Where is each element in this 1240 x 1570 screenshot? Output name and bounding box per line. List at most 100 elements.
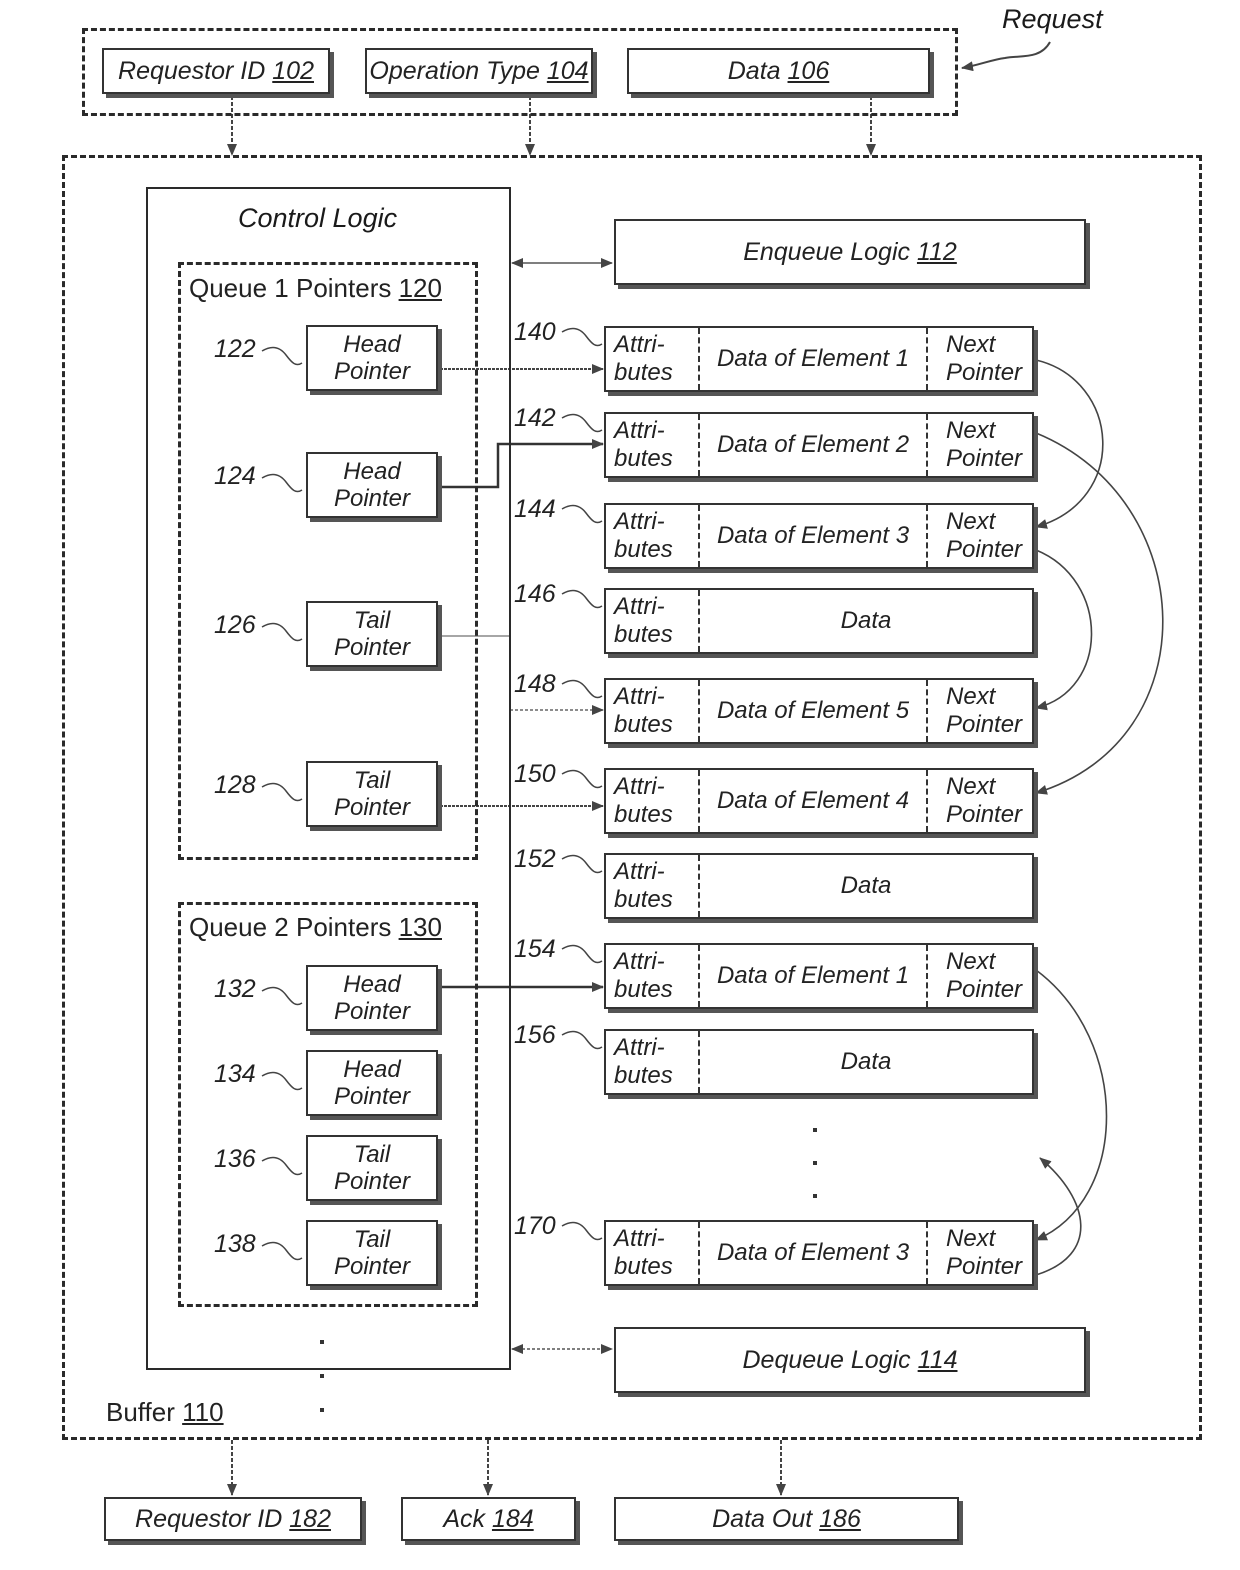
request-callout	[961, 41, 1051, 72]
field-name: Requestor ID	[118, 56, 266, 85]
buffer-entry: Attri-butes Data	[604, 588, 1034, 654]
ellipsis-dot	[320, 1340, 324, 1344]
output-requestor-id: Requestor ID 182	[104, 1497, 362, 1541]
next-pointer-cell: Next Pointer	[926, 505, 1032, 567]
queue2-pointer-1: Head Pointer	[306, 1050, 438, 1116]
attributes-cell: Attri-butes	[606, 328, 700, 390]
output-ack: Ack 184	[401, 1497, 576, 1541]
attributes-cell: Attri-butes	[606, 414, 700, 476]
ellipsis-dot	[813, 1128, 817, 1132]
data-cell: Data of Element 1	[716, 345, 910, 372]
buffer-entry: Attri-butes Data of Element 4 Next Pointer	[604, 768, 1034, 834]
next-text: Next	[946, 683, 996, 710]
attributes-cell: Attri-butes	[606, 590, 700, 652]
pointer-word: Pointer	[333, 358, 411, 385]
pointer-word: Pointer	[333, 634, 411, 661]
pointer-type: Head	[343, 458, 401, 485]
output-name: Requestor ID	[135, 1504, 283, 1533]
attr-text: Attri-	[614, 1034, 665, 1061]
enqueue-logic: Enqueue Logic 112	[614, 219, 1086, 285]
attr-text: Attri-	[614, 508, 665, 535]
attr-text: butes	[614, 1062, 673, 1089]
data-cell: Data of Element 5	[716, 697, 910, 724]
buffer-entry: Attri-butes Data of Element 1 Next Pointer	[604, 943, 1034, 1009]
next-pointer-cell: Next Pointer	[926, 945, 1032, 1007]
pointer-label: Tail Pointer	[308, 1137, 436, 1199]
attributes-cell: Attri-butes	[606, 505, 700, 567]
attr-text: Attri-	[614, 858, 665, 885]
next-pointer-cell: Next Pointer	[926, 770, 1032, 832]
ref-number: 132	[214, 975, 256, 1003]
pointer-word: Pointer	[333, 485, 411, 512]
attr-text: butes	[614, 445, 673, 472]
ref-number: 146	[514, 580, 556, 608]
request-label: Request	[1002, 4, 1103, 34]
queue1-pointer-1: Head Pointer	[306, 452, 438, 518]
ref-number: 170	[514, 1212, 556, 1240]
data-cell: Data	[840, 1048, 892, 1075]
buffer-entry: Attri-butes Data of Element 1 Next Pointer	[604, 326, 1034, 392]
attributes-cell: Attri-butes	[606, 945, 700, 1007]
next-pointer-cell: Next Pointer	[926, 680, 1032, 742]
next-text: Next	[946, 1225, 996, 1252]
queue2-pointer-2: Tail Pointer	[306, 1135, 438, 1201]
pointer-type: Head	[343, 971, 401, 998]
ref-number: 128	[214, 771, 256, 799]
control-logic-title: Control Logic	[238, 203, 398, 233]
ref-number: 152	[514, 845, 556, 873]
data-cell: Data of Element 4	[716, 787, 910, 814]
output-name: Ack	[443, 1504, 485, 1533]
next-text: Next	[946, 508, 996, 535]
attr-text: Attri-	[614, 331, 665, 358]
output-name: Data Out	[712, 1504, 813, 1533]
attr-text: Attri-	[614, 948, 665, 975]
logic-name: Dequeue Logic	[742, 1345, 911, 1374]
ref-number: 182	[289, 1504, 331, 1533]
buffer-name: Buffer	[106, 1397, 175, 1427]
data-cell: Data	[840, 607, 892, 634]
attr-text: butes	[614, 536, 673, 563]
pointer-word: Pointer	[333, 1083, 411, 1110]
ref-number: 136	[214, 1145, 256, 1173]
attr-text: Attri-	[614, 593, 665, 620]
attributes-cell: Attri-butes	[606, 1222, 700, 1284]
ref-number: 154	[514, 935, 556, 963]
queue2-title: Queue 2 Pointers 130	[189, 912, 442, 943]
pointer-label: Tail Pointer	[308, 763, 436, 825]
field-name: Data	[727, 56, 781, 85]
attr-text: butes	[614, 801, 673, 828]
ref-number: 186	[819, 1504, 861, 1533]
pointer-type: Tail	[353, 607, 391, 634]
next-text: Pointer	[946, 801, 1023, 828]
pointer-word: Pointer	[333, 794, 411, 821]
ellipsis-dot	[320, 1374, 324, 1378]
ref-number: 144	[514, 495, 556, 523]
data-cell: Data of Element 1	[716, 962, 910, 989]
pointer-label: Tail Pointer	[308, 1222, 436, 1284]
ref-number: 150	[514, 760, 556, 788]
dequeue-logic: Dequeue Logic 114	[614, 1327, 1086, 1393]
buffer-entry: Attri-butes Data of Element 2 Next Pointer	[604, 412, 1034, 478]
ref-number: 184	[491, 1504, 534, 1533]
logic-name: Enqueue Logic	[743, 237, 910, 266]
attributes-cell: Attri-butes	[606, 680, 700, 742]
request-field-requestor-id: Requestor ID 102	[102, 48, 330, 94]
attr-text: butes	[614, 711, 673, 738]
buffer-entry: Attri-butes Data of Element 5 Next Pointer	[604, 678, 1034, 744]
pointer-label: Head Pointer	[308, 967, 436, 1029]
request-field-operation-type: Operation Type 104	[365, 48, 593, 94]
data-cell: Data of Element 3	[716, 1239, 910, 1266]
ref-number: 142	[514, 404, 556, 432]
pointer-label: Head Pointer	[308, 454, 436, 516]
field-name: Operation Type	[369, 56, 540, 85]
output-data-out: Data Out 186	[614, 1497, 959, 1541]
queue1-pointer-2: Tail Pointer	[306, 601, 438, 667]
pointer-type: Tail	[353, 1226, 391, 1253]
attributes-cell: Attri-butes	[606, 855, 700, 917]
buffer-label: Buffer 110	[106, 1397, 224, 1428]
ref-number: 120	[398, 273, 442, 303]
attr-text: Attri-	[614, 773, 665, 800]
ref-number: 106	[787, 56, 830, 85]
ref-number: 112	[916, 237, 957, 266]
queue-title: Queue 2 Pointers	[189, 912, 392, 942]
